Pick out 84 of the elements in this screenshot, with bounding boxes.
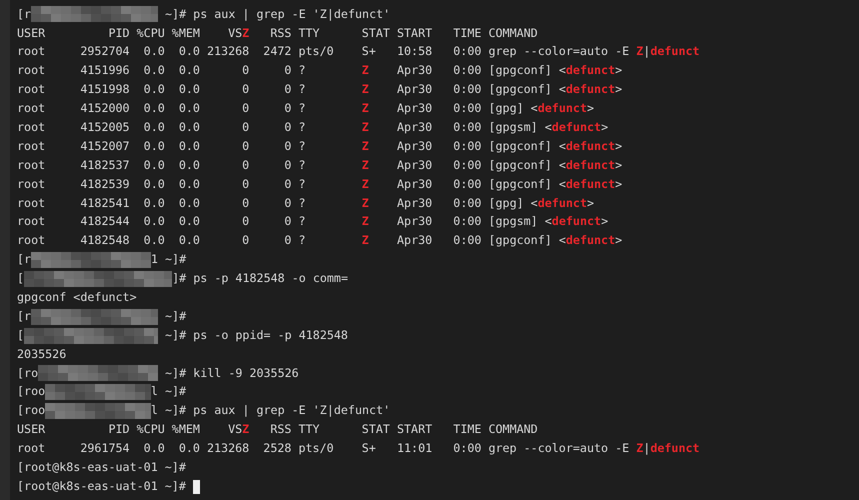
highlighted-match: Z	[362, 213, 369, 230]
output-text: >	[615, 232, 622, 250]
output-text: >	[587, 194, 594, 212]
output-text: >	[615, 176, 622, 193]
highlighted-match: defunct	[566, 62, 616, 80]
highlighted-match: Z	[242, 24, 250, 42]
prompt-text: [	[17, 270, 24, 288]
highlighted-match: Z	[362, 81, 369, 98]
output-text: >	[601, 119, 608, 136]
output-text: root 4152000 0.0 0.0 0 0 ?	[17, 100, 306, 118]
output-text: Apr30 0:00 [gpgconf] <	[396, 176, 566, 193]
highlighted-match: defunct	[538, 100, 587, 118]
output-text: >	[615, 81, 622, 98]
highlighted-match: defunct	[566, 138, 616, 155]
prompt-text: [r	[17, 308, 32, 325]
output-text: 2035526	[17, 346, 66, 363]
highlighted-match: defunct	[538, 194, 587, 212]
output-text: Apr30 0:00 [gpg] <	[396, 100, 538, 118]
highlighted-match: defunct	[566, 156, 616, 174]
highlighted-match: defunct	[650, 43, 700, 60]
highlighted-match: Z	[362, 232, 369, 250]
output-text: Apr30 0:00 [gpgconf] <	[396, 232, 566, 250]
command-text: ~]#	[164, 308, 186, 325]
highlighted-match: Z	[362, 100, 369, 118]
highlighted-match: Z	[362, 156, 369, 174]
highlighted-match: defunct	[552, 213, 602, 230]
command-text: ]# ps -p 4182548 -o comm=	[172, 270, 348, 288]
output-text: Apr30 0:00 [gpg] <	[396, 194, 538, 212]
command-text: l ~]# ps aux | grep -E 'Z|defunct'	[150, 402, 390, 420]
command-text: 1 ~]#	[150, 251, 186, 268]
prompt-text: [roo	[17, 402, 46, 420]
highlighted-match: Z	[242, 421, 250, 438]
highlighted-match: Z	[362, 194, 369, 212]
prompt-text: [root@k8s-eas-uat-01 ~]#	[17, 478, 186, 495]
output-text: gpgconf <defunct>	[17, 289, 137, 306]
prompt-text: [roo	[17, 383, 46, 400]
output-text: root 4151998 0.0 0.0 0 0 ?	[17, 81, 306, 98]
output-text: USER PID %CPU %MEM VS	[17, 24, 242, 42]
prompt-text: [	[17, 326, 24, 344]
output-text: Apr30 0:00 [gpgconf] <	[396, 138, 566, 155]
output-text: root 4182539 0.0 0.0 0 0 ?	[17, 176, 306, 193]
highlighted-match: Z	[636, 43, 644, 60]
highlighted-match: Z	[362, 119, 369, 136]
command-text: ~]# ps -o ppid= -p 4182548	[164, 326, 348, 344]
highlighted-match: defunct	[566, 232, 616, 250]
output-text: RSS TTY STAT START TIME COMMAND	[269, 24, 538, 42]
highlighted-match: defunct	[552, 119, 602, 136]
output-text: Apr30 0:00 [gpgsm] <	[396, 213, 552, 230]
highlighted-match: defunct	[566, 81, 616, 98]
prompt-text: [root@k8s-eas-uat-01 ~]#	[17, 459, 186, 476]
output-text: root 4182544 0.0 0.0 0 0 ?	[17, 213, 306, 230]
highlighted-match: Z	[636, 440, 644, 458]
output-text: RSS TTY STAT START TIME COMMAND	[269, 421, 538, 438]
output-text: Apr30 0:00 [gpgconf] <	[396, 156, 566, 174]
output-text: >	[615, 156, 622, 174]
output-text: root 4182548 0.0 0.0 0 0 ?	[17, 232, 306, 250]
output-text: Apr30 0:00 [gpgconf] <	[396, 62, 566, 80]
output-text: Apr30 0:00 [gpgconf] <	[396, 81, 566, 98]
prompt-text: [ro	[17, 364, 38, 382]
output-text: Apr30 0:00 [gpgsm] <	[396, 119, 552, 136]
output-text: |	[643, 440, 650, 458]
output-text: root 4182541 0.0 0.0 0 0 ?	[17, 194, 306, 212]
command-text: ~]# ps aux | grep -E 'Z|defunct'	[164, 6, 390, 23]
highlighted-match: defunct	[566, 176, 616, 193]
output-text: USER PID %CPU %MEM VS	[17, 421, 242, 438]
output-text: root 4152007 0.0 0.0 0 0 ?	[17, 138, 306, 155]
output-text: |	[643, 43, 650, 60]
output-text: root 2961754 0.0 0.0 213268 2528 pts/0 S+ 11:01 0:00 grep --color=auto -E	[17, 440, 630, 458]
highlighted-match: defunct	[650, 440, 700, 458]
output-text: root 2952704 0.0 0.0 213268 2472 pts/0 S+ 10:58 0:00 grep --color=auto -E	[17, 43, 630, 60]
output-text: >	[615, 62, 622, 80]
output-text: root 4151996 0.0 0.0 0 0 ?	[17, 62, 306, 80]
output-text: >	[615, 138, 622, 155]
command-text: ~]# kill -9 2035526	[164, 364, 299, 382]
prompt-text: [r	[17, 251, 32, 268]
output-text: root 4152005 0.0 0.0 0 0 ?	[17, 119, 306, 136]
highlighted-match: Z	[362, 138, 369, 155]
prompt-text: [r	[17, 6, 32, 23]
output-text: >	[601, 213, 608, 230]
highlighted-match: Z	[362, 176, 369, 193]
command-text: l ~]#	[150, 383, 186, 400]
output-text: root 4182537 0.0 0.0 0 0 ?	[17, 156, 306, 174]
highlighted-match: Z	[362, 62, 369, 80]
output-text: >	[587, 100, 594, 118]
